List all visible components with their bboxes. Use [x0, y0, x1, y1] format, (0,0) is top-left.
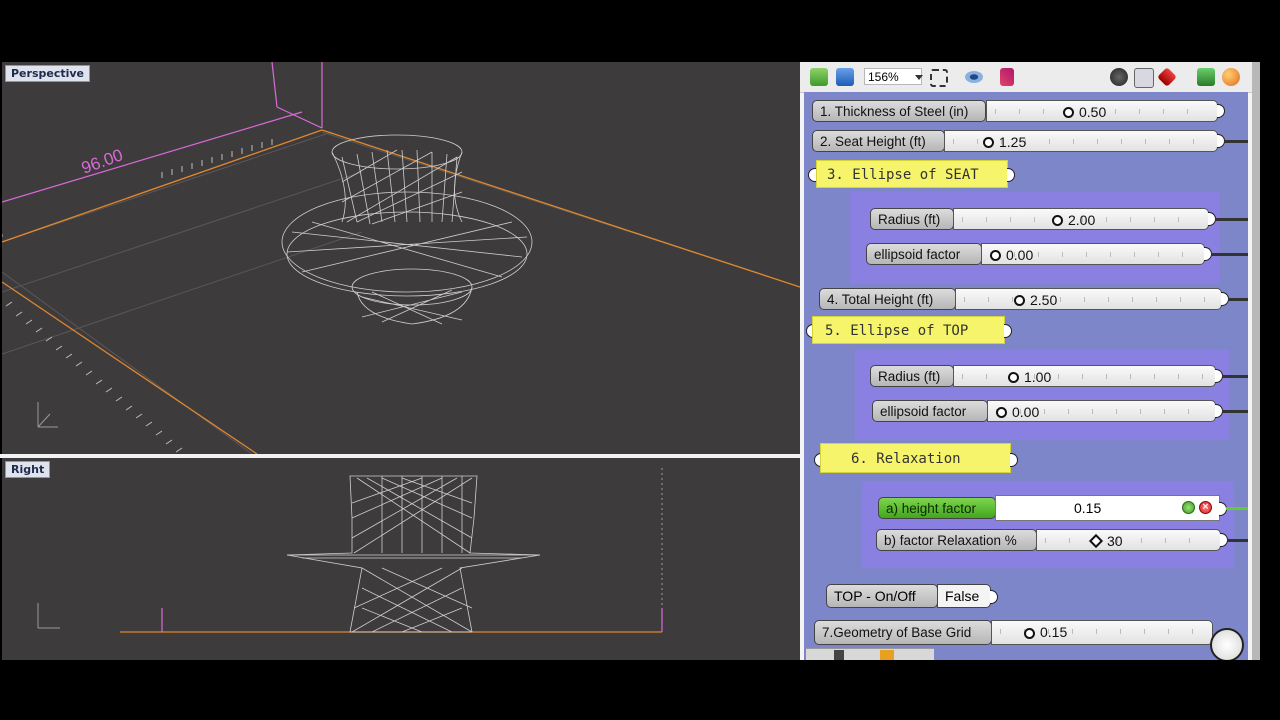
axis-widget-right — [37, 603, 60, 629]
wireframe-chair-right — [286, 475, 541, 633]
total-height-slider[interactable]: 2.50 — [955, 288, 1222, 310]
height-factor-value: 0.15 — [1074, 500, 1102, 516]
output-grip[interactable] — [1010, 453, 1018, 467]
wire — [1228, 298, 1248, 301]
thickness-slider[interactable]: 0.50 — [986, 100, 1218, 122]
top-ellipsoid-slider[interactable]: 0.00 — [987, 400, 1216, 422]
top-radius-slider[interactable]: 1.00 — [953, 365, 1216, 387]
grasshopper-window: 156% 1. Thickness of Steel (in) 0.50 2. … — [800, 62, 1252, 660]
top-radius-slider-label[interactable]: Radius (ft) — [870, 365, 954, 387]
wire — [1224, 140, 1248, 143]
top-ellipsoid-value: 0.00 — [1012, 404, 1040, 420]
output-grip[interactable] — [990, 590, 998, 604]
output-grip[interactable] — [1004, 324, 1012, 338]
wire — [1211, 253, 1248, 256]
cancel-icon[interactable]: × — [1199, 501, 1212, 514]
panel-relaxation[interactable]: 6. Relaxation — [820, 443, 1011, 473]
input-grip[interactable] — [808, 168, 816, 182]
seat-ellipsoid-slider-label[interactable]: ellipsoid factor — [866, 243, 982, 265]
top-ellipsoid-slider-label[interactable]: ellipsoid factor — [872, 400, 988, 422]
wire — [1222, 375, 1248, 378]
slider-knob[interactable] — [1014, 295, 1025, 306]
slider-knob[interactable] — [1024, 628, 1035, 639]
top-toggle-label[interactable]: TOP - On/Off — [826, 584, 938, 608]
output-grip[interactable] — [1217, 104, 1225, 118]
thickness-value: 0.50 — [1079, 104, 1107, 120]
sphere-icon[interactable] — [1222, 68, 1240, 86]
output-param-circle[interactable] — [1210, 628, 1244, 660]
wire — [1215, 218, 1248, 221]
axis-widget — [37, 402, 58, 428]
gh-toolbar: 156% — [800, 62, 1252, 93]
chevron-down-icon[interactable] — [915, 75, 923, 80]
factor-relax-value: 30 — [1107, 533, 1123, 549]
factor-relax-slider[interactable]: 30 — [1036, 529, 1221, 551]
height-factor-input[interactable]: 0.15 × — [995, 495, 1220, 521]
seat-ellipsoid-value: 0.00 — [1006, 247, 1034, 263]
seat-height-slider[interactable]: 1.25 — [944, 130, 1218, 152]
factor-relax-slider-label[interactable]: b) factor Relaxation % — [876, 529, 1037, 551]
top-ellipse-group — [855, 350, 1229, 440]
top-toggle-value[interactable]: False — [937, 584, 991, 608]
slider-knob[interactable] — [1063, 107, 1074, 118]
seat-radius-value: 2.00 — [1068, 212, 1096, 228]
wireframe-chair-perspective — [281, 134, 533, 325]
slider-knob[interactable] — [990, 250, 1001, 261]
sketch-icon[interactable] — [1000, 68, 1014, 86]
base-grid-slider[interactable]: 0.15 — [991, 620, 1213, 645]
gh-canvas[interactable]: 1. Thickness of Steel (in) 0.50 2. Seat … — [804, 92, 1248, 660]
output-grip[interactable] — [1007, 168, 1015, 182]
open-folder-icon[interactable] — [810, 68, 828, 86]
perspective-viewport[interactable]: 96.00 Perspective — [2, 62, 800, 454]
height-factor-slider-label[interactable]: a) height factor — [878, 497, 996, 519]
panel-ellipse-seat[interactable]: 3. Ellipse of SEAT — [816, 160, 1008, 188]
accept-icon[interactable] — [1182, 501, 1195, 514]
dimension-label: 96.00 — [79, 145, 125, 177]
widget-icon[interactable] — [880, 650, 894, 660]
seat-height-value: 1.25 — [999, 134, 1027, 150]
preview-eye-icon[interactable] — [965, 71, 983, 83]
right-scene — [37, 468, 663, 633]
widget-icon[interactable] — [834, 650, 844, 660]
panel-ellipse-top-text: 5. Ellipse of TOP — [825, 323, 969, 339]
seat-radius-slider[interactable]: 2.00 — [953, 208, 1209, 230]
perspective-viewport-label[interactable]: Perspective — [5, 65, 91, 82]
save-icon[interactable] — [836, 68, 854, 86]
base-grid-value: 0.15 — [1040, 624, 1068, 640]
panel-ellipse-seat-text: 3. Ellipse of SEAT — [827, 167, 979, 183]
seat-radius-slider-label[interactable]: Radius (ft) — [870, 208, 954, 230]
thickness-slider-label[interactable]: 1. Thickness of Steel (in) — [812, 100, 986, 122]
seat-ellipse-group — [850, 192, 1220, 284]
slider-knob[interactable] — [996, 407, 1007, 418]
slider-knob[interactable] — [1088, 533, 1104, 549]
seat-ellipsoid-slider[interactable]: 0.00 — [981, 243, 1205, 265]
total-height-value: 2.50 — [1030, 292, 1058, 308]
seat-height-slider-label[interactable]: 2. Seat Height (ft) — [812, 130, 945, 152]
panel-ellipse-top[interactable]: 5. Ellipse of TOP — [812, 316, 1005, 344]
zoom-dropdown[interactable]: 156% — [864, 68, 922, 85]
canvas-mini-toolbar — [806, 648, 934, 660]
zoom-extents-icon[interactable] — [930, 69, 948, 87]
paint-icon[interactable] — [1197, 68, 1215, 86]
wire — [1227, 539, 1248, 542]
wire-active — [1226, 507, 1248, 510]
panel-relaxation-text: 6. Relaxation — [851, 451, 961, 467]
wire-display-icon[interactable] — [1134, 68, 1154, 88]
slider-knob[interactable] — [1008, 372, 1019, 383]
total-height-slider-label[interactable]: 4. Total Height (ft) — [819, 288, 956, 310]
bake-icon[interactable] — [1157, 67, 1177, 87]
top-radius-value: 1.00 — [1024, 369, 1052, 385]
display-mode-icon[interactable] — [1110, 68, 1128, 86]
wire — [1222, 410, 1248, 413]
slider-knob[interactable] — [983, 137, 994, 148]
right-viewport-label[interactable]: Right — [5, 461, 51, 478]
right-viewport[interactable]: Right — [2, 458, 800, 660]
perspective-scene: 96.00 — [2, 62, 800, 454]
vertical-scrollbar[interactable] — [1252, 62, 1260, 660]
base-grid-slider-label[interactable]: 7.Geometry of Base Grid — [814, 620, 992, 645]
slider-knob[interactable] — [1052, 215, 1063, 226]
